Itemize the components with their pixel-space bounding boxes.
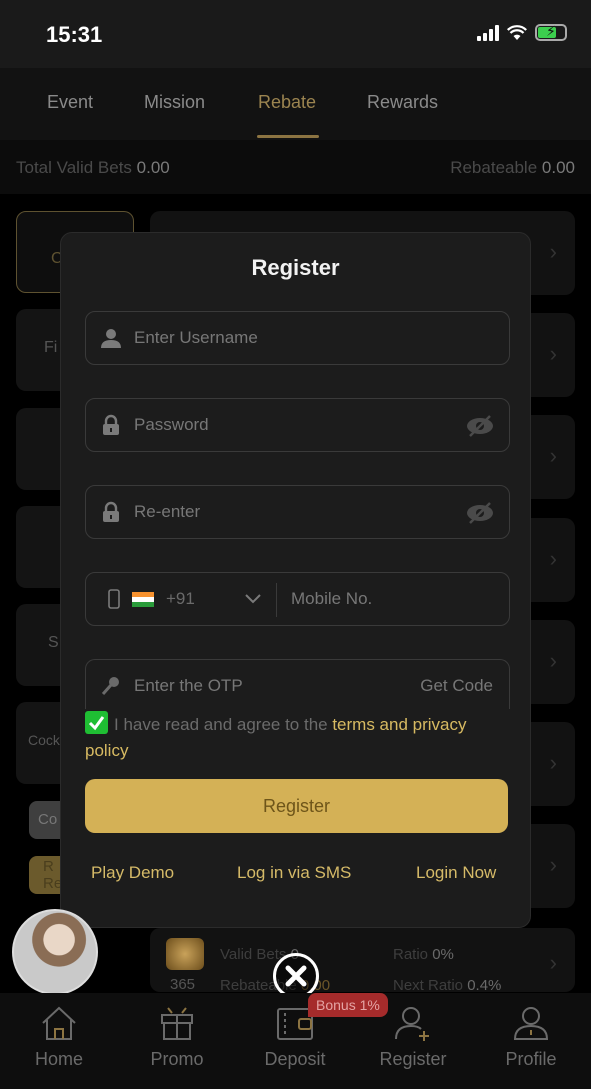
eye-hidden-icon[interactable] (465, 501, 495, 525)
mobile-field: +91 Mobile No. (85, 572, 510, 626)
chevron-down-icon[interactable] (244, 593, 262, 605)
next-ratio-value: 0.4% (467, 977, 502, 994)
next-ratio-label: Next Ratio (393, 977, 464, 994)
profile-icon (513, 1007, 549, 1040)
total-valid-bets-label: Total Valid Bets (16, 158, 132, 177)
tab-rewards[interactable]: Rewards (367, 92, 438, 113)
reenter-placeholder: Re-enter (134, 502, 201, 521)
sms-login-link[interactable]: Log in via SMS (237, 863, 351, 883)
provider-name: 365 (170, 976, 196, 993)
play-demo-link[interactable]: Play Demo (91, 863, 174, 883)
get-code-button[interactable]: Get Code (420, 676, 493, 696)
user-icon (101, 329, 121, 348)
deposit-bonus-badge: Bonus 1% (308, 993, 388, 1017)
provider-logo (166, 938, 204, 970)
provider-rebate-card[interactable]: 365 Valid Bets 0 Rebateable 0.00 Ratio 0… (150, 928, 575, 994)
modal-title: Register (251, 255, 340, 280)
tab-rebate[interactable]: Rebate (258, 92, 316, 113)
chevron-right-icon: › (549, 546, 557, 571)
phone-icon (108, 589, 120, 609)
chevron-right-icon: › (549, 239, 557, 264)
chevron-right-icon: › (549, 648, 557, 673)
nav-label: Register (379, 1049, 447, 1069)
sidebar-button-label: Co (38, 811, 58, 828)
status-time: 15:31 (46, 22, 103, 47)
mobile-input[interactable]: Mobile No. (291, 589, 372, 609)
username-field[interactable]: Enter Username (85, 311, 510, 365)
sidebar-item-label: Cock (28, 732, 60, 748)
lock-icon (103, 414, 119, 435)
password-field[interactable]: Password (85, 398, 510, 452)
register-modal: Register Enter Username Password Re-ente… (60, 232, 531, 928)
nav-label: Profile (505, 1049, 557, 1069)
nav-promo[interactable]: Promo (127, 1005, 227, 1070)
nav-profile[interactable]: Profile (481, 1005, 581, 1070)
wifi-icon (507, 24, 527, 40)
tab-bar: Event Mission Rebate Rewards (0, 68, 591, 140)
active-tab-indicator (257, 135, 319, 138)
chevron-right-icon: › (549, 950, 557, 975)
checkmark-icon (88, 716, 105, 731)
total-valid-bets-value: 0.00 (136, 158, 170, 177)
chevron-right-icon: › (549, 852, 557, 877)
lock-icon (103, 501, 119, 522)
home-icon (42, 1006, 76, 1040)
password-placeholder: Password (134, 415, 209, 434)
agree-checkbox[interactable] (85, 711, 108, 734)
chevron-right-icon: › (549, 341, 557, 366)
rebateable-label: Rebateable (450, 158, 538, 177)
status-icons: ⚡ (477, 23, 567, 41)
sidebar-item-label: S (48, 634, 59, 651)
nav-home[interactable]: Home (9, 1005, 109, 1070)
india-flag-icon (132, 592, 154, 607)
sidebar-item-label: Fi (44, 339, 58, 356)
nav-label: Deposit (264, 1049, 326, 1069)
battery-icon: ⚡ (535, 23, 567, 41)
login-now-link[interactable]: Login Now (416, 863, 496, 883)
tab-mission[interactable]: Mission (144, 92, 205, 113)
ratio-value: 0% (432, 946, 454, 963)
customer-support-avatar[interactable] (12, 909, 98, 995)
signal-icon (477, 24, 499, 41)
chevron-right-icon: › (549, 750, 557, 775)
terms-agreement: I have read and agree to the terms and p… (85, 711, 510, 764)
otp-placeholder: Enter the OTP (134, 676, 243, 695)
eye-hidden-icon[interactable] (465, 414, 495, 438)
field-divider (276, 583, 277, 617)
gift-icon (161, 1007, 193, 1040)
status-bar: 15:31 ⚡ (0, 0, 591, 68)
rebateable-value: 0.00 (541, 158, 575, 177)
chevron-right-icon: › (549, 443, 557, 468)
reenter-password-field[interactable]: Re-enter (85, 485, 510, 539)
ratio-label: Ratio (393, 946, 429, 963)
add-user-icon (395, 1007, 429, 1041)
otp-field[interactable]: Enter the OTP Get Code (85, 659, 510, 709)
nav-label: Promo (150, 1049, 204, 1069)
key-icon (101, 677, 119, 695)
country-code[interactable]: +91 (166, 589, 195, 609)
bottom-navigation: Home Promo Deposit Register Profile (0, 993, 591, 1089)
rebate-summary: Total Valid Bets 0.00 Rebateable 0.00 (0, 140, 591, 194)
close-icon (285, 965, 307, 987)
nav-label: Home (34, 1049, 83, 1069)
username-placeholder: Enter Username (134, 328, 258, 347)
agree-text: I have read and agree to the (114, 715, 333, 734)
register-button[interactable]: Register (85, 779, 508, 833)
tab-event[interactable]: Event (47, 92, 93, 113)
